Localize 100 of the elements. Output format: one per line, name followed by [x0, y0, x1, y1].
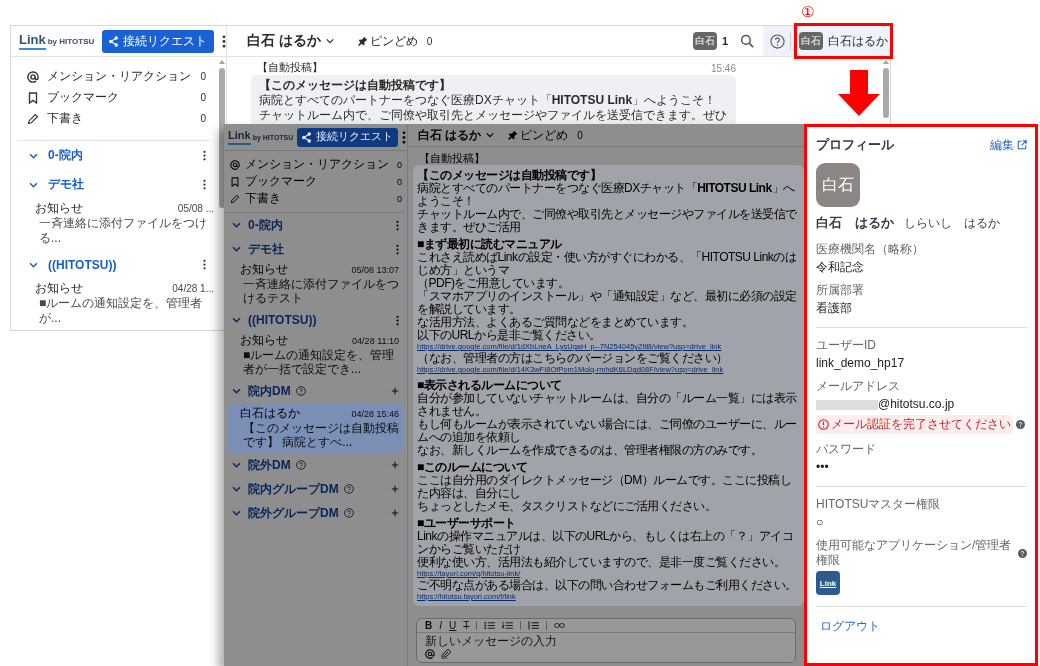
- chevron-icon[interactable]: [232, 317, 241, 323]
- app-tile[interactable]: Link: [816, 571, 840, 595]
- pencil-icon: [27, 112, 39, 125]
- room-item[interactable]: お知らせ 04/28 11:10 ■ルームの通知設定を、管理者が一括で設定でき...: [228, 332, 403, 379]
- chevron-icon[interactable]: [232, 388, 241, 394]
- sidebar-link[interactable]: ブックマーク: [47, 89, 193, 106]
- message-input-field[interactable]: 新しいメッセージの入力: [417, 633, 795, 648]
- format-button[interactable]: T: [463, 620, 470, 631]
- format-button[interactable]: U: [449, 620, 457, 631]
- sidebar-link[interactable]: ブックマーク: [245, 173, 392, 190]
- message-text: 病院とすべてのパートナーをつなぐ医療DXチャット「HITOTSU Link」へようこそ！: [259, 93, 717, 108]
- room-item[interactable]: お知らせ 05/08 13:07 一斉連絡に添付ファイルをつけるテスト: [228, 261, 403, 308]
- group-name[interactable]: ((HITOTSU)): [248, 313, 317, 327]
- quote-icon[interactable]: [528, 621, 540, 630]
- chevron-icon[interactable]: [29, 152, 38, 159]
- room-time: 04/28 11:10: [352, 336, 399, 346]
- field-value: link_demo_hp17: [816, 356, 905, 371]
- sidebar-link[interactable]: メンション・リアクション: [245, 156, 392, 173]
- field-label: メールアドレス: [816, 379, 900, 394]
- group-name[interactable]: デモ社: [248, 240, 284, 258]
- bullet-list-icon[interactable]: [484, 621, 496, 630]
- chevron-icon[interactable]: [232, 246, 241, 252]
- link-icon[interactable]: [554, 621, 566, 630]
- group-name[interactable]: 院内DM: [248, 382, 291, 400]
- pinned-label[interactable]: ピンどめ: [369, 32, 418, 50]
- group-name[interactable]: 院外DM: [248, 456, 291, 474]
- chevron-down-icon[interactable]: [486, 132, 495, 138]
- group-name[interactable]: 院内グループDM: [248, 480, 339, 498]
- step-number: ①: [801, 3, 815, 21]
- pin-icon[interactable]: [357, 36, 368, 46]
- more-icon[interactable]: [203, 259, 206, 270]
- more-icon[interactable]: [396, 219, 399, 231]
- more-icon[interactable]: [396, 243, 399, 255]
- message-text: 便利な使い方、活用法も紹介していますので、是非一度ご覧ください。: [417, 556, 785, 569]
- format-button[interactable]: B: [425, 620, 433, 631]
- help-icon[interactable]: [1016, 420, 1025, 429]
- room-item[interactable]: お知らせ 04/28 1... ■ルームの通知設定を、管理者が...: [11, 279, 218, 330]
- sidebar-link[interactable]: 下書き: [47, 110, 193, 127]
- edit-link[interactable]: 編集: [990, 136, 1027, 154]
- more-icon[interactable]: [203, 179, 206, 190]
- message-text: もし何もルームが表示されていない場合には、ご同僚のユーザーに、ルームへの追加を依頼し: [417, 418, 798, 444]
- chevron-icon[interactable]: [232, 222, 241, 228]
- help-icon[interactable]: [770, 33, 785, 49]
- group-name[interactable]: ((HITOTSU)): [48, 257, 117, 272]
- help-icon[interactable]: [343, 484, 354, 494]
- room-title[interactable]: 白石 はるか: [418, 126, 482, 144]
- room-title[interactable]: 白石 はるか: [247, 32, 321, 50]
- chevron-icon[interactable]: [232, 462, 241, 468]
- message-heading: ■ユーザーサポート: [417, 517, 516, 530]
- chevron-down-icon[interactable]: [325, 38, 334, 44]
- connect-request-button[interactable]: 接続リクエスト: [102, 29, 215, 53]
- format-button[interactable]: I: [439, 620, 442, 631]
- name-reading: しらいし はるか: [904, 215, 1000, 232]
- sidebar-link[interactable]: 下書き: [245, 190, 392, 207]
- user-menu-button[interactable]: 白石 白石はるか: [796, 32, 890, 50]
- chevron-icon[interactable]: [29, 261, 38, 268]
- chevron-icon[interactable]: [29, 181, 38, 188]
- chevron-icon[interactable]: [232, 486, 241, 492]
- alert-icon: [818, 419, 829, 430]
- room-name: お知らせ: [240, 333, 288, 348]
- room-preview: 一斉連絡に添付ファイルをつける...: [38, 216, 208, 246]
- message-heading: ■表示されるルームについて: [417, 379, 562, 392]
- group-name[interactable]: 院外グループDM: [248, 504, 339, 522]
- scrollbar-thumb[interactable]: [219, 68, 225, 208]
- avatar: 白石: [799, 32, 823, 50]
- warning-text: メール認証を完了させてください: [831, 417, 1011, 432]
- help-icon[interactable]: [343, 508, 354, 518]
- scrollbar-thumb[interactable]: [883, 68, 889, 118]
- more-icon[interactable]: [222, 34, 227, 48]
- help-icon[interactable]: [295, 460, 306, 470]
- group-name[interactable]: 0-院内: [48, 147, 83, 164]
- logout-link[interactable]: ログアウト: [820, 618, 1027, 635]
- room-item[interactable]: 白石はるか 04/28 15:46 【このメッセージは自動投稿です】 病院とすべ...: [228, 403, 403, 453]
- item-count: 0: [397, 193, 402, 204]
- more-icon[interactable]: [402, 130, 407, 144]
- connect-request-button[interactable]: 接続リクエスト: [297, 127, 399, 147]
- pin-icon[interactable]: [508, 130, 519, 140]
- room-time: 05/08 ...: [177, 203, 214, 214]
- help-icon[interactable]: [1018, 548, 1027, 558]
- paperclip-icon[interactable]: [441, 649, 451, 659]
- message-heading: 【このメッセージは自動投稿です】: [259, 78, 451, 93]
- group-name[interactable]: 0-院内: [248, 216, 283, 234]
- chevron-icon[interactable]: [232, 510, 241, 516]
- more-icon[interactable]: [396, 314, 399, 326]
- more-icon[interactable]: [203, 150, 206, 161]
- plus-icon[interactable]: [391, 461, 399, 469]
- member-avatar[interactable]: 白石: [692, 32, 717, 50]
- room-item[interactable]: お知らせ 05/08 ... 一斉連絡に添付ファイルをつける...: [11, 199, 218, 250]
- plus-icon[interactable]: [391, 509, 399, 517]
- plus-icon[interactable]: [391, 485, 399, 493]
- sidebar-link[interactable]: メンション・リアクション: [47, 68, 193, 85]
- help-icon[interactable]: [295, 386, 306, 396]
- search-icon[interactable]: [740, 34, 754, 48]
- numbered-list-icon[interactable]: [502, 621, 514, 630]
- field-value: •••: [816, 460, 829, 475]
- plus-icon[interactable]: [391, 387, 399, 395]
- pinned-label[interactable]: ピンどめ: [520, 126, 569, 144]
- group-name[interactable]: デモ社: [48, 176, 84, 193]
- at-sign-icon[interactable]: [425, 649, 435, 659]
- at-sign-icon: [230, 159, 240, 170]
